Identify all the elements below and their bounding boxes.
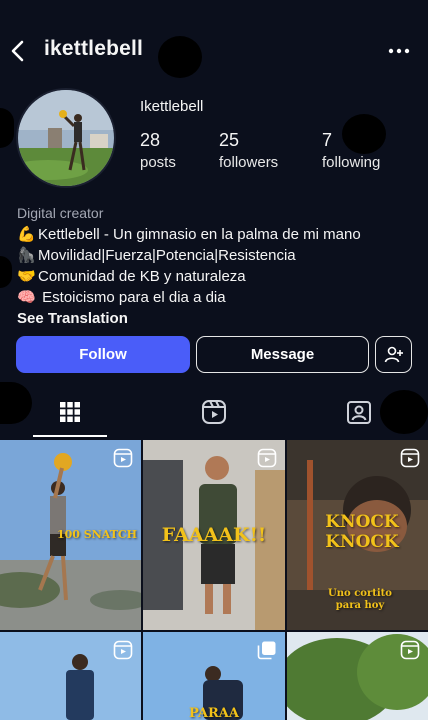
bio-line-4: 🧠 Estoicismo para el dia a dia [17,287,417,308]
grid-icon [60,402,80,422]
stat-following-label: following [322,154,381,171]
stat-posts-count: 28 [140,130,161,150]
flexed-biceps-icon: 💪 [17,226,36,243]
profile-header: ikettlebell [0,0,428,100]
redaction-blot [380,390,428,434]
stat-posts-label: posts [140,154,176,171]
reel-icon [257,448,277,468]
add-person-icon [384,346,403,362]
post-3-caption: KNOCK KNOCK [325,512,399,552]
profile-bio: Digital creator 💪 Kettlebell - Un gimnasi… [17,203,417,329]
grid-post-6[interactable] [287,632,428,720]
reel-icon [113,448,133,468]
back-button[interactable] [6,36,28,66]
brain-icon: 🧠 [17,289,36,306]
post-1-caption: 100 SNATCH [56,528,138,541]
chevron-left-icon [11,40,24,62]
active-tab-indicator [33,435,107,437]
reels-icon [202,400,226,424]
post-2-caption: FAAAAK!! [161,524,267,546]
redaction-blot [158,36,202,78]
grid-post-1[interactable]: 100 SNATCH [0,440,141,630]
gorilla-icon: 🦍 [17,247,36,264]
redaction-blot [0,108,14,148]
stat-followers[interactable]: 25 followers [219,130,278,171]
profile-category: Digital creator [17,205,104,221]
grid-post-3[interactable]: KNOCK KNOCK Uno cortito para hoy [287,440,428,630]
tagged-icon [347,401,371,424]
post-3-subcaption: Uno cortito para hoy [328,588,392,611]
more-options-button[interactable] [384,36,414,66]
reel-icon [400,640,420,660]
bio-text-4: Estoicismo para el dia a dia [38,289,226,306]
bio-line-1: 💪 Kettlebell - Un gimnasio en la palma de… [17,224,417,245]
bio-line-3: 🤝 Comunidad de KB y naturaleza [17,266,417,287]
follow-button[interactable]: Follow [16,336,190,373]
suggest-people-button[interactable] [375,336,412,373]
bio-line-2: 🦍 Movilidad|Fuerza|Potencia|Resistencia [17,245,417,266]
profile-tabs [0,386,428,438]
stat-followers-count: 25 [219,130,240,150]
grid-post-5[interactable]: PARAA [143,632,285,720]
bio-text-1: Kettlebell - Un gimnasio en la palma de … [38,226,361,243]
profile-username: Ikettlebell [140,98,204,115]
see-translation-link[interactable]: See Translation [17,308,417,329]
page-title: ikettlebell [44,37,144,60]
bio-text-3: Comunidad de KB y naturaleza [38,268,246,285]
tab-posts[interactable] [33,386,107,438]
handshake-icon: 🤝 [17,268,36,285]
reel-icon [400,448,420,468]
redaction-blot [0,256,12,288]
stat-followers-label: followers [219,154,279,171]
avatar-photo [18,90,114,186]
grid-post-2[interactable]: FAAAAK!! [143,440,285,630]
more-icon [388,48,410,54]
grid-post-4[interactable] [0,632,141,720]
carousel-icon [257,641,276,660]
reel-icon [113,640,133,660]
avatar[interactable] [16,88,116,188]
post-5-caption: PARAA [189,706,239,720]
redaction-blot [342,114,386,154]
stat-posts[interactable]: 28 posts [140,130,176,171]
message-button[interactable]: Message [196,336,369,373]
posts-grid: 100 SNATCH FAAAAK!! KNOCK KNOCK Uno cort… [0,440,428,720]
tab-reels[interactable] [177,386,251,438]
bio-text-2: Movilidad|Fuerza|Potencia|Resistencia [38,247,296,264]
